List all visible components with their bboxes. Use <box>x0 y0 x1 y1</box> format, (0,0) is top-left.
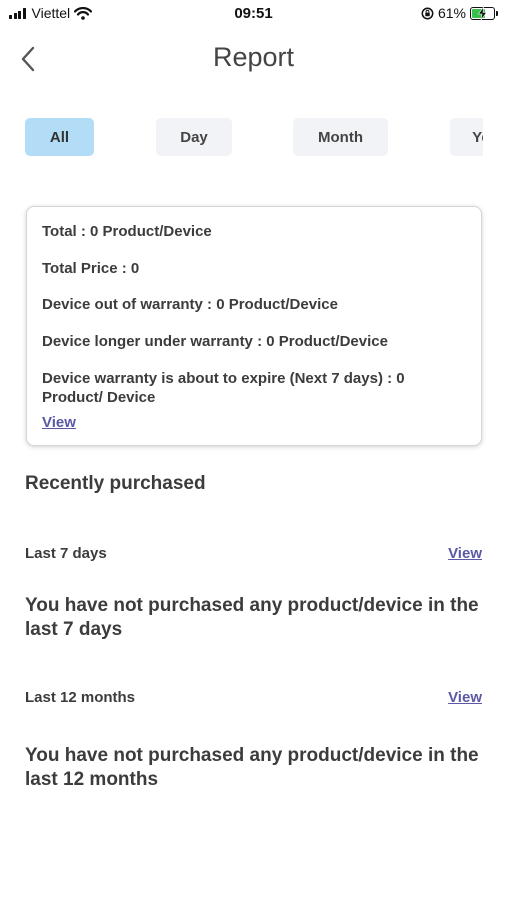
last-12-months-view-link[interactable]: View <box>448 689 482 706</box>
tab-day[interactable]: Day <box>156 118 232 156</box>
stat-about-to-expire: Device warranty is about to expire (Next… <box>42 370 405 406</box>
status-bar-right: 61% <box>421 5 498 21</box>
last-7-days-empty-message: You have not purchased any product/devic… <box>25 595 479 640</box>
battery-percent: 61% <box>437 5 466 21</box>
tab-all[interactable]: All <box>25 118 94 156</box>
period-tabs: All Day Month Year <box>25 118 483 158</box>
orientation-lock-icon <box>421 7 434 19</box>
battery-tip <box>496 10 498 16</box>
last-12-months-label: Last 12 months <box>25 689 136 706</box>
summary-view-link[interactable]: View <box>42 414 76 431</box>
battery-charging-icon <box>470 6 498 20</box>
tab-year[interactable]: Year <box>450 118 483 156</box>
summary-card: Total : 0 Product/Device Total Price : 0… <box>26 206 482 446</box>
tab-month[interactable]: Month <box>293 118 388 156</box>
stat-total: Total : 0 Product/Device <box>42 223 212 240</box>
last-7-days-label: Last 7 days <box>25 545 107 562</box>
recently-purchased-title: Recently purchased <box>25 473 206 494</box>
stat-under-warranty: Device longer under warranty : 0 Product… <box>42 333 388 350</box>
stat-total-price: Total Price : 0 <box>42 260 140 277</box>
last-12-months-empty-message: You have not purchased any product/devic… <box>25 745 479 790</box>
charging-bolt-icon <box>477 6 488 20</box>
page-title: Report <box>212 42 295 72</box>
stat-out-of-warranty: Device out of warranty : 0 Product/Devic… <box>42 296 338 313</box>
last-7-days-view-link[interactable]: View <box>448 545 482 562</box>
status-bar: Viettel 09:51 61% <box>0 0 507 28</box>
